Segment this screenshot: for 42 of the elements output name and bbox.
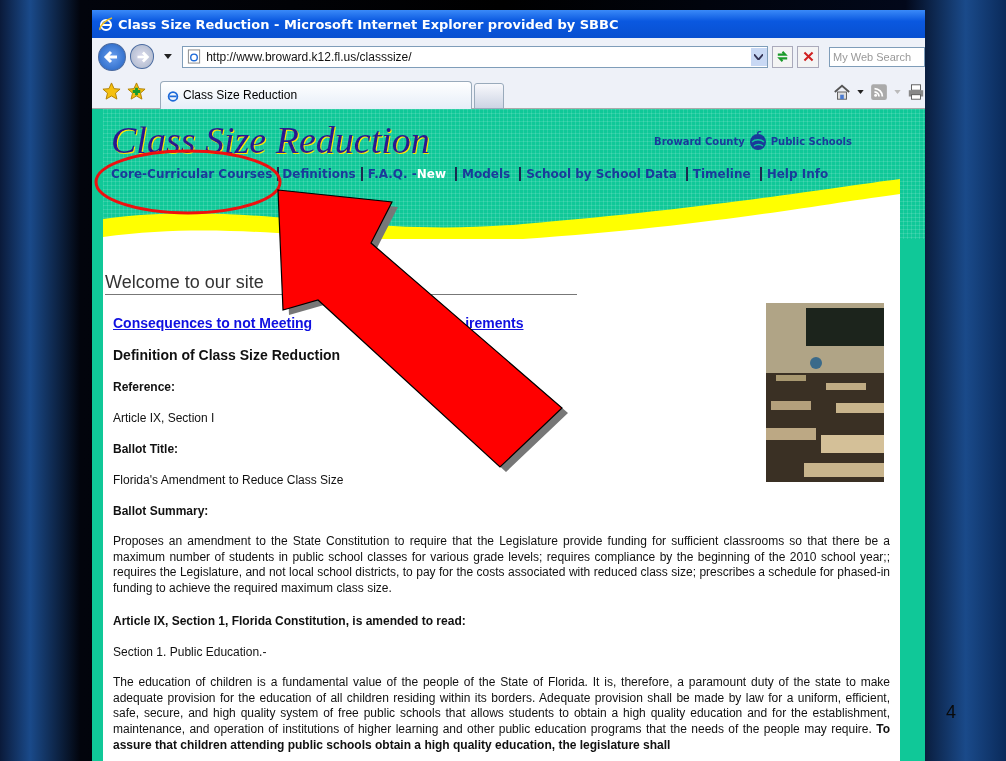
home-icon[interactable] [833, 82, 851, 101]
browser-logo-icon [98, 16, 114, 32]
forward-button[interactable] [129, 44, 155, 69]
field-label: Ballot Title: [113, 442, 180, 456]
refresh-icon [774, 49, 790, 64]
nav-link[interactable]: F.A.Q. -New [360, 167, 451, 181]
add-favorite-icon[interactable] [127, 82, 146, 101]
nav-link[interactable]: Core-Curricular Courses [111, 167, 278, 181]
section-title: Definition of Class Size Reduction [113, 347, 342, 363]
paragraph: The education of children is a fundamental value of the people of the State of Florida. It is, therefore, a paramount duty of the state to make adequate provision for the education of all children residing within its borders. Adequate provision shall be made by law for a uniform, efficient, safe, secure, and high quality system of free public schools that allows students to obtain a high quality education and for the establishment, maintenance, and operation of institutions of higher learning and other public education programs that the needs of the people may require. To assure that children attending public schools obtain a high quality education, the legislature shall [113, 674, 890, 754]
field-label: Reference: [113, 380, 177, 394]
caret-icon[interactable] [857, 89, 864, 94]
nav-link[interactable]: Models [455, 167, 516, 181]
window-title: Class Size Reduction - Microsoft Internet Explorer provided by SBBC [118, 16, 619, 32]
brand-text: Public Schools [770, 135, 852, 147]
page-icon [187, 49, 202, 64]
dropdown-button[interactable] [750, 47, 767, 66]
text: Florida's Amendment to Reduce Class Size [113, 473, 345, 487]
slide-number: 4 [946, 702, 956, 723]
text: Article IX, Section I [113, 411, 216, 425]
field-label: Article IX, Section 1, Florida Constitution, is amended to read: [113, 613, 467, 628]
nav-link[interactable]: Timeline [685, 167, 756, 181]
nav-link[interactable]: Definitions [277, 167, 361, 181]
print-icon[interactable] [907, 82, 925, 101]
nav-link[interactable]: Help Info [759, 167, 834, 181]
star-icon[interactable] [102, 82, 121, 101]
text: Section 1. Public Education.- [113, 644, 268, 659]
link[interactable]: Consequences to not Meeting [113, 315, 313, 331]
search-field[interactable]: My Web Search [829, 46, 925, 67]
paragraph: Proposes an amendment to the State Constitution to require that the Legislature provide funding for sufficient classrooms so that there be a maximum number of students in public school classes for various grade levels; requires compliance by the beginning of the 2010 school year;; requires the Legislature, and not local school districts, to pay for the costs associated with reduced class size; prescribes a schedule for phased-in funding to achieve the required maximum class size. [113, 534, 890, 597]
caret-icon[interactable] [164, 54, 173, 59]
stop-button[interactable] [797, 45, 819, 68]
nav-link[interactable]: School by School Data [519, 167, 682, 181]
browser-tab[interactable]: Class Size Reduction [160, 80, 472, 109]
close-icon [801, 50, 815, 63]
link[interactable]: irements [465, 315, 524, 331]
globe-logo-icon [747, 131, 768, 151]
brand-text: Broward County [654, 135, 745, 147]
address-field[interactable]: http://www.broward.k12.fl.us/classsize/ [182, 45, 768, 68]
back-button[interactable] [98, 42, 126, 71]
chevron-icon [754, 53, 764, 60]
field-label: Ballot Summary: [113, 504, 210, 518]
